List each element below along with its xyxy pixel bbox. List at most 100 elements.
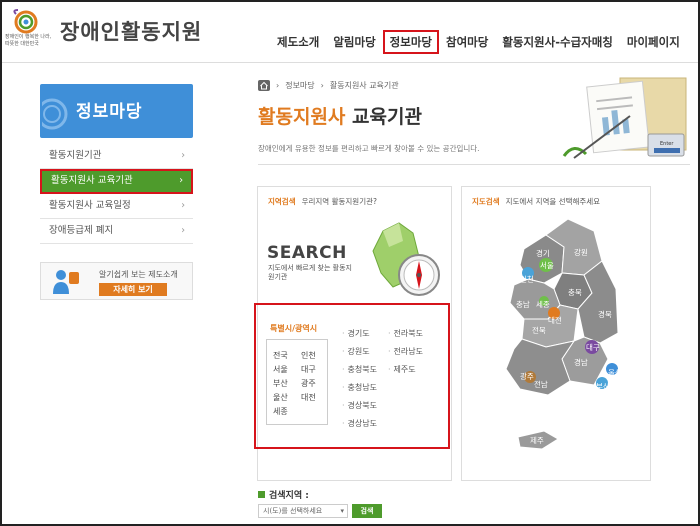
- map-label: 세종: [536, 300, 550, 309]
- chevron-right-icon: ›: [181, 225, 185, 236]
- province-link[interactable]: 경상남도: [342, 415, 377, 433]
- page-title: 활동지원사 교육기관: [258, 102, 422, 129]
- metro-label: 특별시/광역시: [270, 324, 318, 333]
- region-select-value: 시(도)를 선택하세요: [263, 507, 323, 515]
- map-label: 인천: [520, 274, 534, 284]
- breadcrumb-sep-icon: ›: [320, 81, 324, 90]
- swirl-decoration-icon: [42, 98, 68, 130]
- search-region-text: 검색지역 :: [269, 491, 309, 501]
- map-label: 울산: [608, 367, 622, 377]
- ad-text: 알기쉽게 보는 제도소개: [99, 270, 178, 279]
- sidebar-item-label: 장애등급제 폐지: [49, 225, 114, 236]
- page-title-highlight: 활동지원사: [258, 106, 346, 128]
- metro-city-link[interactable]: 울산: [273, 392, 297, 403]
- sidebar-item-label: 활동지원사 교육기관: [51, 175, 133, 186]
- region-select[interactable]: 시(도)를 선택하세요 ▾: [258, 504, 348, 518]
- site-name[interactable]: 장애인활동지원: [60, 16, 202, 46]
- slogan-line1: 장애인이 행복한 나라,: [5, 34, 52, 40]
- map-label: 제주: [530, 436, 544, 445]
- map-label: 전남: [534, 379, 548, 389]
- nav-item-intro[interactable]: 제도소개: [270, 30, 326, 54]
- map-label: 충남: [516, 300, 530, 309]
- metro-city-link[interactable]: 서울: [273, 364, 297, 375]
- metro-city-link[interactable]: 부산: [273, 378, 297, 389]
- metro-city-link[interactable]: 대구: [301, 364, 325, 375]
- breadcrumb-sep-icon: ›: [276, 81, 280, 90]
- breadcrumb-item[interactable]: 정보마당: [285, 80, 314, 91]
- title-divider: [258, 164, 690, 165]
- sidebar-banner-title: 정보마당: [76, 102, 143, 122]
- metro-city-link[interactable]: 인천: [301, 350, 325, 361]
- korea-map[interactable]: 경기 강원 서울 인천 충북 충남 세종 대전 경북 전북 대구 경남 울산 광…: [484, 209, 634, 471]
- map-label: 대구: [586, 343, 600, 352]
- province-link[interactable]: 전라남도: [388, 343, 423, 361]
- region-list-highlight: 특별시/광역시 전국 인천 서울 대구 부산 광주 울산 대전 세종 경기도 강…: [254, 303, 450, 449]
- map-label: 충북: [568, 288, 582, 297]
- map-label: 경남: [574, 357, 588, 367]
- sidebar-item-activity-agency[interactable]: 활동지원기관 ›: [40, 144, 193, 169]
- home-icon[interactable]: [258, 80, 270, 91]
- region-search-header-text: 우리지역 활동지원기관?: [301, 197, 377, 206]
- chevron-right-icon: ›: [179, 175, 183, 186]
- ad-detail-button[interactable]: 자세히 보기: [99, 283, 167, 296]
- header-divider: [2, 62, 698, 63]
- breadcrumb-item[interactable]: 활동지원사 교육기관: [330, 80, 399, 91]
- page-description: 장애인에게 유용한 정보를 편리하고 빠르게 찾아볼 수 있는 공간입니다.: [258, 144, 480, 153]
- metro-city-list: 전국 인천 서울 대구 부산 광주 울산 대전 세종: [266, 339, 328, 425]
- map-compass-icon: [372, 222, 440, 296]
- map-label: 경북: [598, 309, 612, 319]
- sidebar-item-education-schedule[interactable]: 활동지원사 교육일정 ›: [40, 194, 193, 219]
- province-list-col1: 경기도 강원도 충청북도 충청남도 경상북도 경상남도: [342, 325, 377, 433]
- metro-city-link[interactable]: 대전: [301, 392, 325, 403]
- search-big-text: SEARCH: [267, 243, 347, 263]
- documents-decoration-icon: Enter: [562, 77, 687, 159]
- province-link[interactable]: 경상북도: [342, 397, 377, 415]
- map-label: 대전: [548, 315, 562, 325]
- sidebar-item-education-agency[interactable]: 활동지원사 교육기관 ›: [40, 169, 193, 194]
- sidebar-item-label: 활동지원사 교육일정: [49, 200, 131, 211]
- sidebar-ad-banner[interactable]: 알기쉽게 보는 제도소개 자세히 보기: [40, 262, 193, 300]
- map-search-header-text: 지도에서 지역을 선택해주세요: [505, 197, 601, 206]
- chevron-down-icon: ▾: [340, 507, 344, 515]
- chevron-right-icon: ›: [181, 150, 185, 161]
- map-label: 강원: [574, 247, 588, 257]
- map-label: 부산: [596, 381, 610, 391]
- nav-item-info[interactable]: 정보마당: [382, 30, 439, 54]
- province-link[interactable]: 충청북도: [342, 361, 377, 379]
- person-info-icon: [53, 270, 79, 294]
- search-sub-text: 지도에서 빠르게 찾는 활동지원기관: [268, 264, 352, 281]
- province-list-col2: 전라북도 전라남도 제주도: [388, 325, 423, 379]
- province-link[interactable]: 충청남도: [342, 379, 377, 397]
- map-search-panel: 지도검색 지도에서 지역을 선택해주세요 경기 강원 서울 인천 충북 충남 세…: [461, 186, 651, 481]
- region-search-header: 지역검색 우리지역 활동지원기관?: [268, 196, 377, 207]
- sidebar-item-grade-abolition[interactable]: 장애등급제 폐지 ›: [40, 219, 193, 244]
- sidebar-banner: 정보마당: [40, 84, 193, 138]
- logo-slogan: 장애인이 행복한 나라, 따뜻한 대한민국: [5, 34, 53, 48]
- metro-city-link[interactable]: 전국: [273, 350, 297, 361]
- province-link[interactable]: 제주도: [388, 361, 423, 379]
- search-button[interactable]: 검색: [352, 504, 382, 518]
- province-link[interactable]: 경기도: [342, 325, 377, 343]
- province-link[interactable]: 강원도: [342, 343, 377, 361]
- region-search-header-bold: 지역검색: [268, 197, 296, 206]
- nav-item-matching[interactable]: 활동지원사-수급자매칭: [495, 30, 620, 54]
- metro-city-link[interactable]: 세종: [273, 406, 297, 417]
- map-label: 서울: [540, 261, 554, 270]
- nav-item-participation[interactable]: 참여마당: [439, 30, 495, 54]
- map-label: 전북: [532, 325, 546, 335]
- enter-key-label: Enter: [660, 141, 674, 147]
- global-nav: 제도소개 알림마당 정보마당 참여마당 활동지원사-수급자매칭 마이페이지: [270, 30, 687, 54]
- slogan-line2: 따뜻한 대한민국: [5, 41, 39, 47]
- page-title-rest: 교육기관: [345, 106, 422, 128]
- nav-item-notice[interactable]: 알림마당: [326, 30, 382, 54]
- map-search-header-bold: 지도검색: [472, 197, 500, 206]
- province-link[interactable]: 전라북도: [388, 325, 423, 343]
- chevron-right-icon: ›: [181, 200, 185, 211]
- sidebar-menu: 활동지원기관 › 활동지원사 교육기관 › 활동지원사 교육일정 › 장애등급제…: [40, 144, 193, 244]
- nav-item-mypage[interactable]: 마이페이지: [620, 30, 687, 54]
- breadcrumb: › 정보마당 › 활동지원사 교육기관: [258, 80, 399, 91]
- sidebar-item-label: 활동지원기관: [49, 150, 102, 161]
- map-label: 경기: [536, 248, 550, 258]
- map-search-header: 지도검색 지도에서 지역을 선택해주세요: [472, 196, 600, 207]
- metro-city-link[interactable]: 광주: [301, 378, 325, 389]
